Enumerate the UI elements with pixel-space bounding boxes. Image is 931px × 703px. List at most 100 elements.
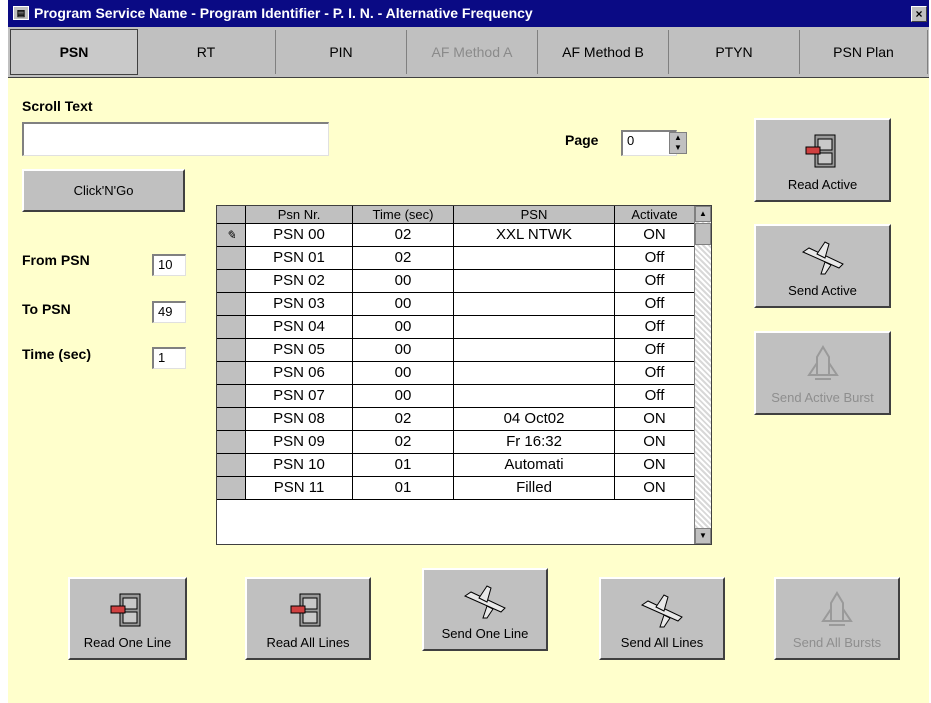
table-row[interactable]: PSN 02 00 Off xyxy=(217,270,694,293)
scroll-down-icon[interactable]: ▼ xyxy=(695,528,711,544)
table-row[interactable]: ✎ PSN 00 02 XXL NTWK ON xyxy=(217,224,694,247)
cell-time[interactable]: 00 xyxy=(353,316,454,338)
send-active-button[interactable]: Send Active xyxy=(754,224,891,308)
cell-nr[interactable]: PSN 01 xyxy=(246,247,353,269)
row-selector[interactable] xyxy=(217,408,246,430)
cell-act[interactable]: ON xyxy=(615,477,694,499)
read-active-button[interactable]: Read Active xyxy=(754,118,891,202)
tab-af-method-b[interactable]: AF Method B xyxy=(538,30,669,74)
cell-act[interactable]: ON xyxy=(615,224,694,246)
cell-psn[interactable]: Fr 16:32 xyxy=(454,431,615,453)
cell-psn[interactable] xyxy=(454,270,615,292)
cell-act[interactable]: Off xyxy=(615,339,694,361)
row-selector[interactable] xyxy=(217,316,246,338)
cell-nr[interactable]: PSN 02 xyxy=(246,270,353,292)
cell-time[interactable]: 01 xyxy=(353,477,454,499)
tab-rt[interactable]: RT xyxy=(137,30,276,74)
cell-psn[interactable] xyxy=(454,247,615,269)
send-active-burst-button[interactable]: Send Active Burst xyxy=(754,331,891,415)
cell-act[interactable]: Off xyxy=(615,316,694,338)
cell-act[interactable]: Off xyxy=(615,362,694,384)
cell-nr[interactable]: PSN 10 xyxy=(246,454,353,476)
cell-time[interactable]: 00 xyxy=(353,339,454,361)
cell-act[interactable]: ON xyxy=(615,454,694,476)
cell-psn[interactable]: XXL NTWK xyxy=(454,224,615,246)
cell-psn[interactable] xyxy=(454,339,615,361)
cell-nr[interactable]: PSN 04 xyxy=(246,316,353,338)
tab-af-method-a[interactable]: AF Method A xyxy=(407,30,538,74)
cell-time[interactable]: 00 xyxy=(353,293,454,315)
column-header-psn[interactable]: PSN xyxy=(454,206,615,224)
cell-act[interactable]: ON xyxy=(615,431,694,453)
cell-nr[interactable]: PSN 03 xyxy=(246,293,353,315)
spinner-down-icon[interactable]: ▼ xyxy=(670,143,686,153)
table-row[interactable]: PSN 07 00 Off xyxy=(217,385,694,408)
table-row[interactable]: PSN 10 01 Automati ON xyxy=(217,454,694,477)
cell-nr[interactable]: PSN 07 xyxy=(246,385,353,407)
cell-nr[interactable]: PSN 00 xyxy=(246,224,353,246)
send-all-bursts-button[interactable]: Send All Bursts xyxy=(774,577,900,660)
table-row[interactable]: PSN 11 01 Filled ON xyxy=(217,477,694,500)
scroll-thumb[interactable] xyxy=(695,223,711,245)
row-selector[interactable] xyxy=(217,431,246,453)
table-row[interactable]: PSN 06 00 Off xyxy=(217,362,694,385)
cell-act[interactable]: Off xyxy=(615,247,694,269)
cell-time[interactable]: 00 xyxy=(353,362,454,384)
from-psn-input[interactable]: 10 xyxy=(152,254,186,276)
cell-time[interactable]: 00 xyxy=(353,270,454,292)
cell-psn[interactable]: Filled xyxy=(454,477,615,499)
cell-time[interactable]: 02 xyxy=(353,224,454,246)
cell-time[interactable]: 02 xyxy=(353,431,454,453)
cell-time[interactable]: 01 xyxy=(353,454,454,476)
cell-psn[interactable]: Automati xyxy=(454,454,615,476)
cell-psn[interactable] xyxy=(454,293,615,315)
tab-psn-plan[interactable]: PSN Plan xyxy=(800,30,928,74)
cell-time[interactable]: 00 xyxy=(353,385,454,407)
page-spinner[interactable]: ▲ ▼ xyxy=(669,132,687,154)
row-selector[interactable] xyxy=(217,454,246,476)
send-all-lines-button[interactable]: Send All Lines xyxy=(599,577,725,660)
read-one-line-button[interactable]: Read One Line xyxy=(68,577,187,660)
row-selector[interactable] xyxy=(217,385,246,407)
row-selector[interactable]: ✎ xyxy=(217,224,246,246)
column-header-psn-nr[interactable]: Psn Nr. xyxy=(246,206,353,224)
row-selector[interactable] xyxy=(217,477,246,499)
cell-nr[interactable]: PSN 09 xyxy=(246,431,353,453)
click-n-go-button[interactable]: Click'N'Go xyxy=(22,169,185,212)
spinner-up-icon[interactable]: ▲ xyxy=(670,133,686,143)
read-all-lines-button[interactable]: Read All Lines xyxy=(245,577,371,660)
cell-act[interactable]: Off xyxy=(615,385,694,407)
cell-psn[interactable]: 04 Oct02 xyxy=(454,408,615,430)
row-selector[interactable] xyxy=(217,362,246,384)
close-button[interactable]: × xyxy=(911,6,927,22)
row-selector[interactable] xyxy=(217,293,246,315)
cell-psn[interactable] xyxy=(454,385,615,407)
to-psn-input[interactable]: 49 xyxy=(152,301,186,323)
cell-act[interactable]: Off xyxy=(615,270,694,292)
cell-nr[interactable]: PSN 11 xyxy=(246,477,353,499)
cell-act[interactable]: Off xyxy=(615,293,694,315)
time-sec-input[interactable]: 1 xyxy=(152,347,186,369)
scroll-up-icon[interactable]: ▲ xyxy=(695,206,711,222)
table-row[interactable]: PSN 08 02 04 Oct02 ON xyxy=(217,408,694,431)
column-header-activate[interactable]: Activate xyxy=(615,206,694,224)
cell-nr[interactable]: PSN 05 xyxy=(246,339,353,361)
send-one-line-button[interactable]: Send One Line xyxy=(422,568,548,651)
tab-pin[interactable]: PIN xyxy=(276,30,407,74)
table-row[interactable]: PSN 09 02 Fr 16:32 ON xyxy=(217,431,694,454)
table-row[interactable]: PSN 01 02 Off xyxy=(217,247,694,270)
cell-nr[interactable]: PSN 06 xyxy=(246,362,353,384)
table-row[interactable]: PSN 05 00 Off xyxy=(217,339,694,362)
cell-act[interactable]: ON xyxy=(615,408,694,430)
cell-time[interactable]: 02 xyxy=(353,247,454,269)
cell-psn[interactable] xyxy=(454,362,615,384)
tab-psn[interactable]: PSN xyxy=(10,29,138,75)
table-scrollbar[interactable]: ▲ ▼ xyxy=(694,206,711,544)
row-selector[interactable] xyxy=(217,270,246,292)
scroll-text-input[interactable] xyxy=(22,122,329,156)
cell-psn[interactable] xyxy=(454,316,615,338)
cell-nr[interactable]: PSN 08 xyxy=(246,408,353,430)
tab-ptyn[interactable]: PTYN xyxy=(669,30,800,74)
cell-time[interactable]: 02 xyxy=(353,408,454,430)
row-selector[interactable] xyxy=(217,247,246,269)
